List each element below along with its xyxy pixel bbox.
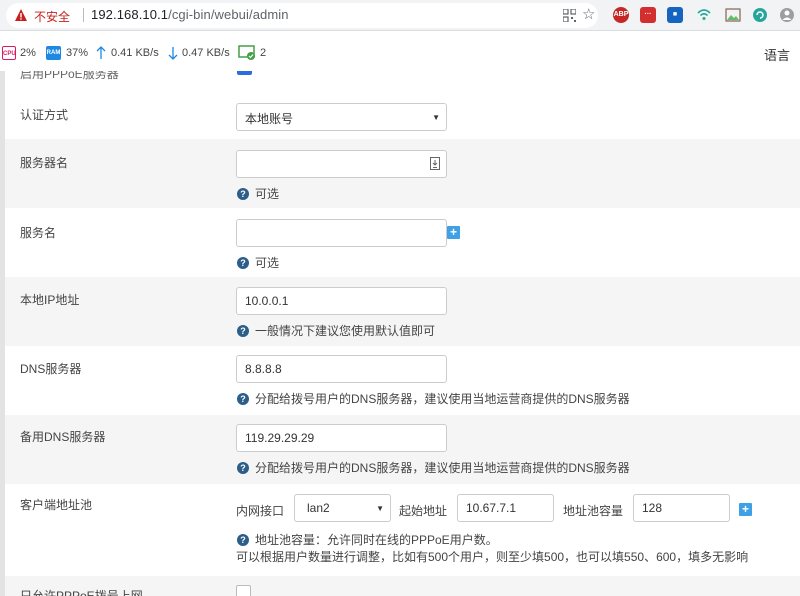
ram-icon: RAM — [46, 46, 61, 60]
lan-interface-select[interactable]: lan2 ▼ — [294, 494, 391, 522]
help-icon: ? — [237, 461, 249, 474]
chevron-down-icon: ▼ — [376, 504, 384, 513]
row-backup-dns: 备用DNS服务器 119.29.29.29 ? 分配给拨号用户的DNS服务器，建… — [5, 415, 800, 484]
row-server-name: 服务器名 ? 可选 — [5, 139, 800, 208]
extension-red-icon[interactable]: ··· — [640, 7, 656, 23]
add-address-pool-button[interactable]: + — [739, 503, 752, 516]
password-manager-icon[interactable] — [430, 157, 440, 170]
server-name-hint-text: 可选 — [255, 187, 280, 201]
upload-speed: 0.41 KB/s — [111, 47, 159, 59]
backup-dns-value: 119.29.29.29 — [245, 431, 315, 445]
qr-code-icon[interactable] — [563, 9, 576, 22]
router-status-bar: CPU 2% RAM 37% 0.41 KB/s 0.47 KB/s 2 语言 — [0, 37, 800, 69]
online-users-count: 2 — [260, 47, 267, 59]
service-name-input[interactable] — [236, 219, 447, 247]
image-extension-icon[interactable] — [725, 7, 741, 23]
browser-address-bar: 不安全 192.168.10.1/cgi-bin/webui/admin ☆ A… — [0, 0, 800, 31]
bookmark-star-icon[interactable]: ☆ — [582, 6, 595, 24]
help-icon: ? — [237, 187, 249, 200]
local-ip-hint-text: 一般情况下建议您使用默认值即可 — [255, 324, 436, 338]
dns-server-label: DNS服务器 — [20, 362, 82, 376]
row-pppoe-only: 只允许PPPoE拨号上网 — [5, 576, 800, 596]
extension-blue-icon[interactable]: ■ — [667, 7, 683, 23]
enable-pppoe-label: 启用PPPoE服务器 — [20, 71, 119, 81]
start-address-label: 起始地址 — [399, 504, 448, 518]
cpu-usage: 2% — [20, 47, 36, 59]
url-text[interactable]: 192.168.10.1/cgi-bin/webui/admin — [91, 7, 289, 22]
backup-dns-label: 备用DNS服务器 — [20, 430, 106, 444]
warning-icon — [15, 9, 27, 21]
dns-server-hint-text: 分配给拨号用户的DNS服务器，建议使用当地运营商提供的DNS服务器 — [255, 392, 630, 406]
dns-server-value: 8.8.8.8 — [245, 362, 282, 376]
local-ip-label: 本地IP地址 — [20, 293, 80, 307]
backup-dns-input[interactable]: 119.29.29.29 — [236, 424, 447, 452]
language-menu[interactable]: 语言 — [764, 45, 790, 64]
lan-interface-value: lan2 — [307, 501, 330, 515]
start-address-input[interactable]: 10.67.7.1 — [457, 494, 554, 522]
dns-server-hint: ? 分配给拨号用户的DNS服务器，建议使用当地运营商提供的DNS服务器 — [237, 390, 630, 407]
pppoe-settings-form: 启用PPPoE服务器 认证方式 本地账号 ▼ 服务器名 ? 可选 服务名 + ?… — [0, 71, 800, 596]
address-pool-label: 客户端地址池 — [20, 498, 93, 512]
online-users-icon — [238, 45, 255, 60]
download-arrow-icon — [168, 47, 178, 60]
service-name-label: 服务名 — [20, 226, 57, 240]
pool-capacity-label: 地址池容量 — [563, 504, 624, 518]
server-name-input[interactable] — [236, 150, 447, 178]
server-name-label: 服务器名 — [20, 156, 69, 170]
auth-method-select[interactable]: 本地账号 ▼ — [236, 103, 447, 131]
ram-usage: 37% — [66, 47, 89, 59]
help-icon: ? — [237, 256, 249, 269]
service-name-hint: ? 可选 — [237, 254, 279, 271]
chevron-down-icon: ▼ — [432, 113, 440, 122]
adblock-extension-icon[interactable]: ABP — [613, 7, 629, 23]
pool-capacity-hint: ? 地址池容量：允许同时在线的PPPoE用户数。 — [237, 531, 498, 548]
help-icon: ? — [237, 533, 249, 546]
pool-capacity-hint-text: 地址池容量：允许同时在线的PPPoE用户数。 — [255, 533, 498, 547]
row-address-pool: 客户端地址池 内网接口 lan2 ▼ 起始地址 10.67.7.1 地址池容量 … — [5, 484, 800, 576]
dns-server-input[interactable]: 8.8.8.8 — [236, 355, 447, 383]
cpu-icon: CPU — [2, 46, 16, 60]
add-service-name-button[interactable]: + — [447, 226, 460, 239]
pppoe-only-checkbox[interactable] — [236, 585, 251, 596]
wifi-extension-icon[interactable] — [696, 7, 712, 23]
row-service-name: 服务名 + ? 可选 — [5, 208, 800, 277]
lan-interface-label: 内网接口 — [236, 504, 285, 518]
auth-method-label: 认证方式 — [20, 108, 69, 122]
download-speed: 0.47 KB/s — [182, 47, 230, 59]
local-ip-value: 10.0.0.1 — [245, 294, 289, 308]
help-icon: ? — [237, 324, 249, 337]
backup-dns-hint: ? 分配给拨号用户的DNS服务器，建议使用当地运营商提供的DNS服务器 — [237, 459, 630, 476]
refresh-extension-icon[interactable] — [752, 7, 768, 23]
row-dns-server: DNS服务器 8.8.8.8 ? 分配给拨号用户的DNS服务器，建议使用当地运营… — [5, 346, 800, 415]
upload-arrow-icon — [96, 46, 106, 59]
start-address-value: 10.67.7.1 — [466, 501, 517, 515]
pool-capacity-value: 128 — [642, 501, 663, 515]
backup-dns-hint-text: 分配给拨号用户的DNS服务器，建议使用当地运营商提供的DNS服务器 — [255, 461, 630, 475]
security-status[interactable]: 不安全 — [34, 8, 70, 25]
pool-capacity-input[interactable]: 128 — [633, 494, 730, 522]
row-local-ip: 本地IP地址 10.0.0.1 ? 一般情况下建议您使用默认值即可 — [5, 277, 800, 346]
url-host: 192.168.10.1 — [91, 7, 169, 22]
url-path: /cgi-bin/webui/admin — [168, 7, 289, 22]
enable-pppoe-checkbox[interactable] — [237, 71, 252, 75]
server-name-hint: ? 可选 — [237, 185, 279, 202]
row-enable-pppoe: 启用PPPoE服务器 — [5, 71, 800, 95]
service-name-hint-text: 可选 — [255, 256, 280, 270]
help-icon: ? — [237, 392, 249, 405]
auth-method-value: 本地账号 — [245, 112, 294, 126]
pool-capacity-hint-detail: 可以根据用户数量进行调整，比如有500个用户，则至少填500，也可以填550、6… — [236, 550, 749, 564]
url-box[interactable]: 不安全 192.168.10.1/cgi-bin/webui/admin ☆ — [6, 3, 598, 28]
local-ip-input[interactable]: 10.0.0.1 — [236, 287, 447, 315]
divider — [83, 8, 84, 22]
local-ip-hint: ? 一般情况下建议您使用默认值即可 — [237, 322, 435, 339]
pppoe-only-label: 只允许PPPoE拨号上网 — [20, 589, 143, 596]
profile-avatar-icon[interactable] — [779, 7, 795, 23]
